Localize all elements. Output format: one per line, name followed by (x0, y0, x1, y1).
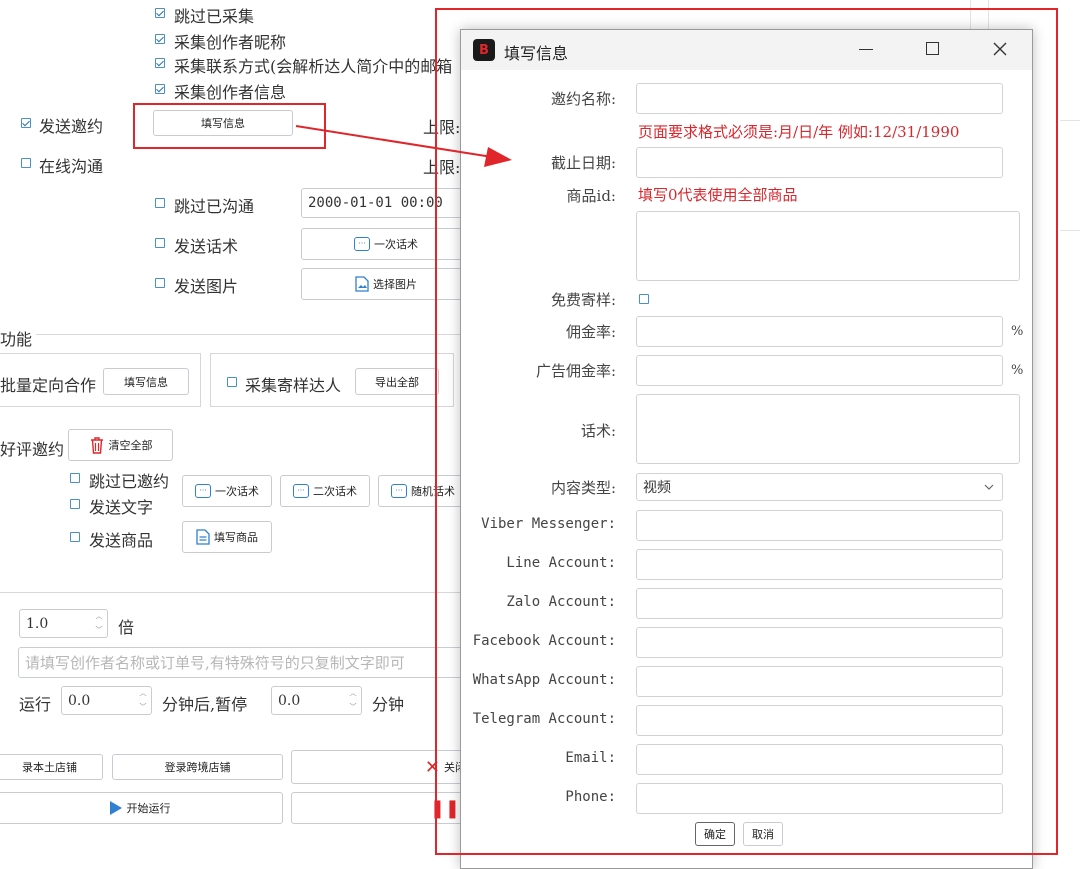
highlight-box-dialog (435, 8, 1058, 855)
section-divider (36, 334, 466, 335)
run-mid-label: 分钟后,暂停 (162, 695, 248, 714)
skip-collected-checkbox[interactable] (155, 8, 165, 18)
spinner-arrows[interactable]: ︿ ﹀ (95, 613, 103, 634)
image-file-icon (355, 276, 369, 292)
multiplier-input[interactable]: 1.0 ︿ ﹀ (19, 609, 108, 638)
multiplier-unit: 倍 (118, 618, 135, 637)
send-invite-label: 发送邀约 (39, 117, 104, 136)
trash-icon (90, 437, 103, 454)
pause-minutes-input[interactable]: 0.0 ︿ ﹀ (271, 686, 362, 715)
spinner-arrows[interactable]: ︿ ﹀ (139, 690, 147, 711)
login-local-store-button[interactable]: 录本土店铺 (0, 754, 103, 780)
document-icon (196, 529, 210, 545)
collect-contact-checkbox[interactable] (155, 58, 165, 68)
send-script-label: 发送话术 (174, 237, 239, 256)
section-title: 功能 (0, 330, 33, 349)
send-product-checkbox[interactable] (70, 532, 80, 542)
send-image-checkbox[interactable] (155, 278, 165, 288)
play-icon (109, 801, 122, 815)
second-script-button[interactable]: ··· 二次话术 (280, 475, 370, 507)
login-cross-border-button[interactable]: 登录跨境店铺 (112, 754, 283, 780)
fill-product-button[interactable]: 填写商品 (182, 521, 272, 553)
chat-icon: ··· (391, 484, 407, 498)
spinner-arrows[interactable]: ︿ ﹀ (349, 690, 357, 711)
batch-coop-label: 批量定向合作 (0, 376, 97, 395)
collect-info-checkbox[interactable] (155, 84, 165, 94)
collect-info-label: 采集创作者信息 (174, 83, 287, 102)
sample-collect-label: 采集寄样达人 (245, 376, 342, 395)
minutes-unit: 分钟 (372, 695, 405, 714)
chat-icon: ··· (293, 484, 309, 498)
run-minutes-input[interactable]: 0.0 ︿ ﹀ (61, 686, 152, 715)
chat-icon: ··· (195, 484, 211, 498)
send-text-checkbox[interactable] (70, 499, 80, 509)
send-product-label: 发送商品 (89, 531, 154, 550)
start-run-button[interactable]: 开始运行 (0, 792, 283, 824)
creator-search-input[interactable]: 请填写创作者名称或订单号,有特殊符号的只复制文字即可 (18, 647, 478, 678)
chat-icon: ··· (354, 237, 370, 251)
run-label: 运行 (19, 695, 52, 714)
batch-coop-fill-button[interactable]: 填写信息 (103, 368, 189, 395)
highlight-box-fill-button (133, 103, 326, 149)
online-chat-checkbox[interactable] (21, 158, 31, 168)
skip-collected-label: 跳过已采集 (174, 7, 255, 26)
collect-nickname-label: 采集创作者昵称 (174, 33, 287, 52)
collect-nickname-checkbox[interactable] (155, 34, 165, 44)
online-chat-label: 在线沟通 (39, 157, 104, 176)
clear-all-button[interactable]: 清空全部 (68, 429, 173, 461)
send-script-checkbox[interactable] (155, 238, 165, 248)
bg-grid-line (1060, 230, 1080, 231)
send-image-label: 发送图片 (174, 277, 239, 296)
export-all-button[interactable]: 导出全部 (355, 368, 439, 395)
review-invite-label: 好评邀约 (0, 440, 65, 459)
skip-invited-checkbox[interactable] (70, 473, 80, 483)
bg-grid-line (1060, 120, 1080, 121)
skip-contacted-label: 跳过已沟通 (174, 197, 255, 216)
send-invite-checkbox[interactable] (21, 118, 31, 128)
skip-contacted-checkbox[interactable] (155, 198, 165, 208)
collect-contact-label: 采集联系方式(会解析达人简介中的邮箱 (174, 57, 453, 76)
first-script-button[interactable]: ··· 一次话术 (182, 475, 272, 507)
send-text-label: 发送文字 (89, 498, 154, 517)
skip-invited-label: 跳过已邀约 (89, 472, 170, 491)
settings-divider (0, 592, 466, 593)
sample-collect-checkbox[interactable] (227, 377, 237, 387)
